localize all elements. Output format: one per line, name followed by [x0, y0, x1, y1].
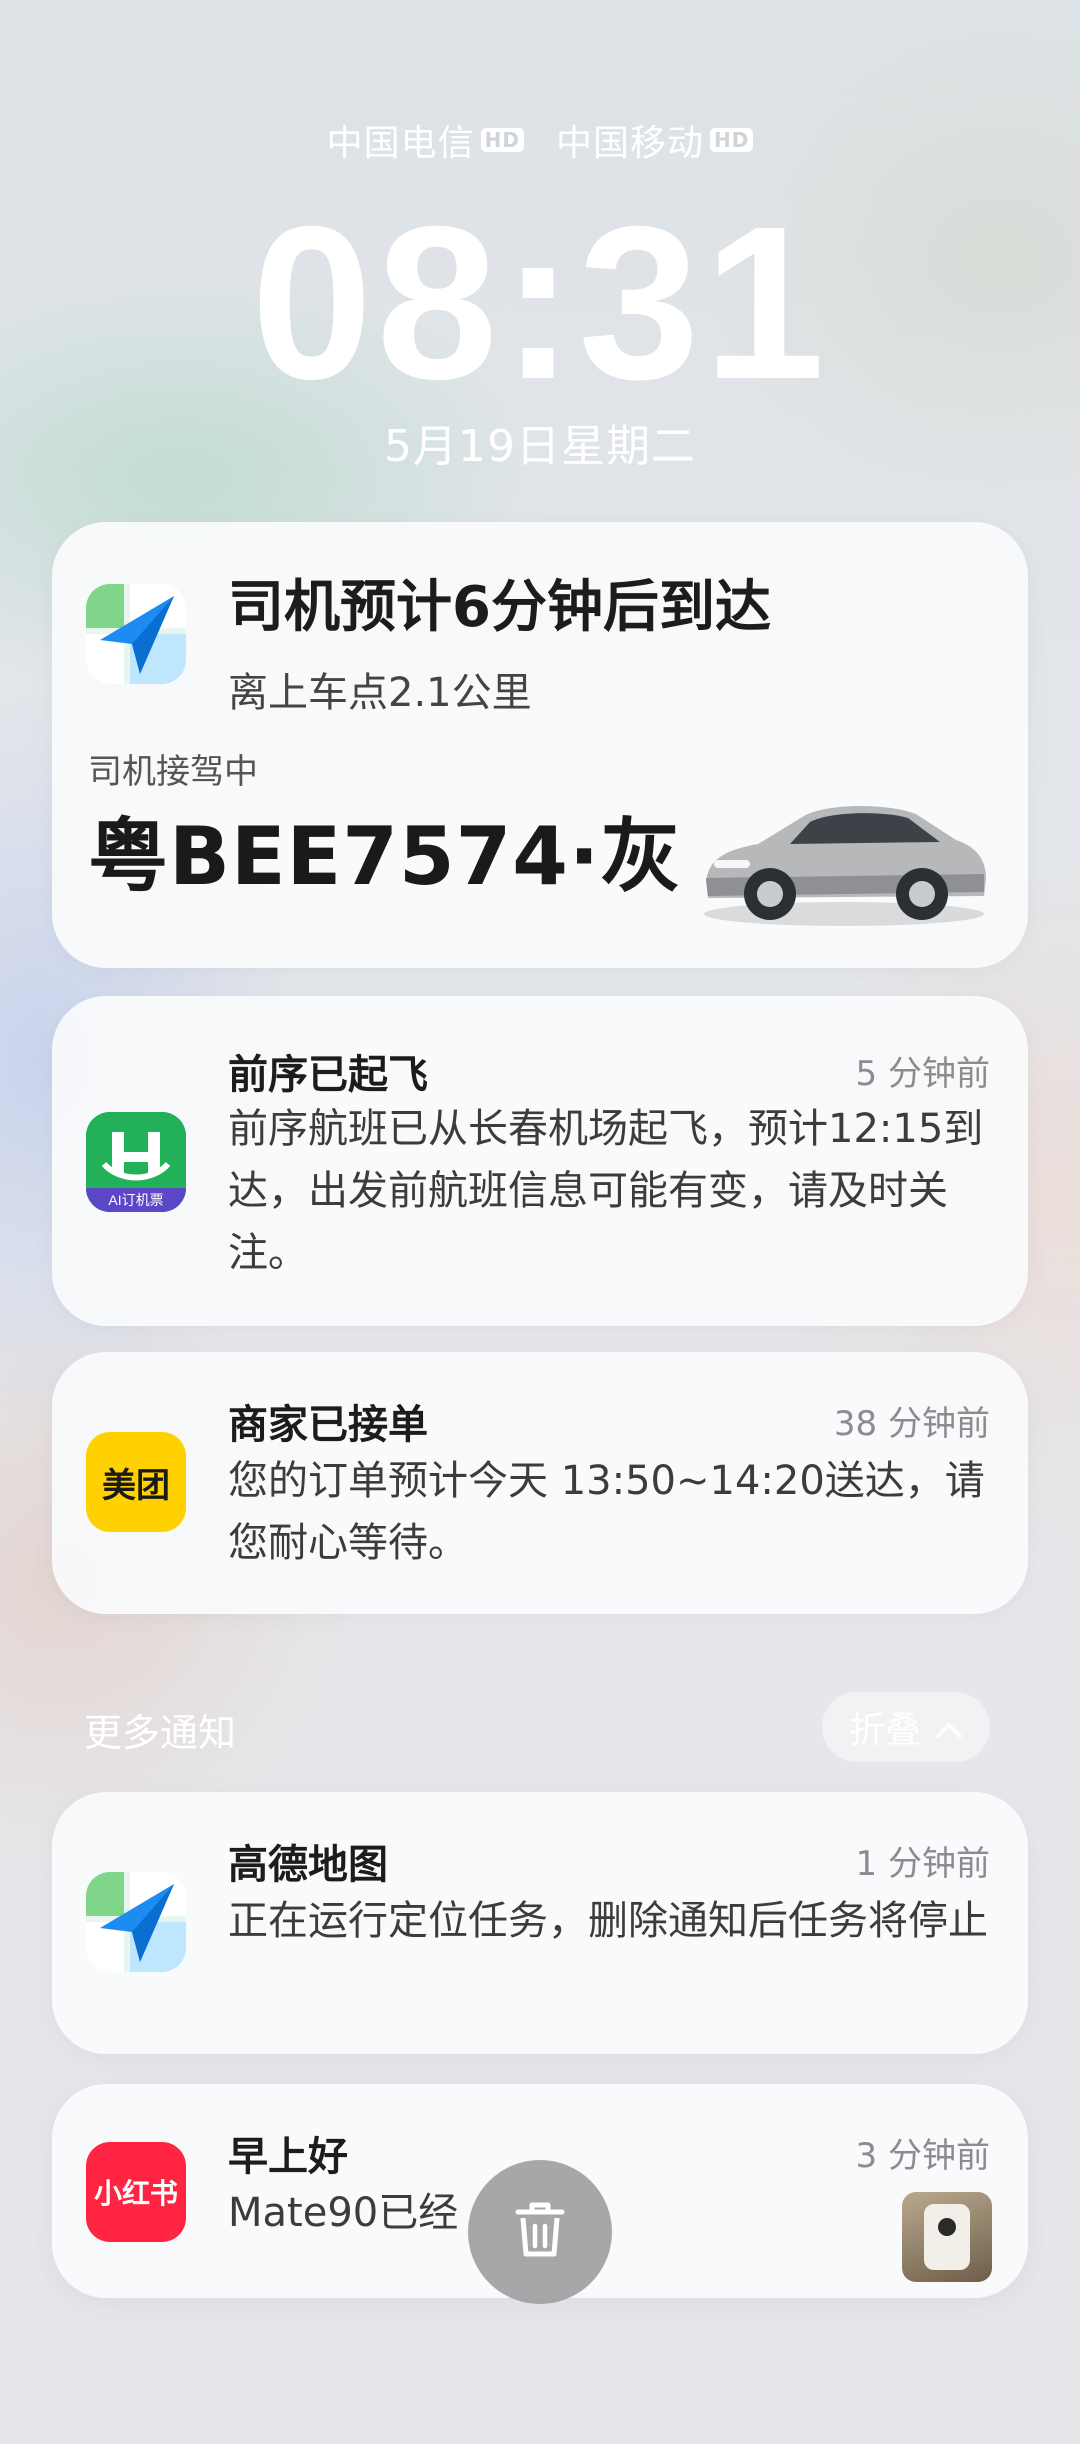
notification-time: 3 分钟前: [855, 2136, 990, 2176]
taxi-live-card[interactable]: 司机预计6分钟后到达 离上车点2.1公里 司机接驾中 粤BEE7574·灰: [52, 522, 1028, 968]
trash-icon: [514, 2200, 566, 2264]
notification-title: 前序已起飞: [228, 1052, 428, 1098]
more-notifications-label: 更多通知: [84, 1711, 237, 1755]
xiaohongshu-icon: 小红书: [86, 2142, 186, 2242]
lock-date: 5月19日星期二: [384, 421, 696, 472]
taxi-title: 司机预计6分钟后到达: [228, 575, 771, 640]
notification-meituan[interactable]: 美团 商家已接单 38 分钟前 您的订单预计今天 13:50~14:20送达，请…: [52, 1352, 1028, 1614]
hd-badge: HD: [480, 128, 524, 152]
carrier-2: 中国移动 HD: [556, 114, 754, 166]
camera-lens-icon: [938, 2218, 956, 2236]
lock-clock: 08:31: [251, 182, 829, 425]
notification-amap[interactable]: 高德地图 1 分钟前 正在运行定位任务，删除通知后任务将停止: [52, 1792, 1028, 2054]
notification-time: 5 分钟前: [855, 1054, 990, 1094]
meituan-icon-label: 美团: [102, 1465, 170, 1506]
license-plate: 粤BEE7574·灰: [88, 810, 682, 903]
notification-thumbnail: [902, 2192, 992, 2282]
carrier-1-name: 中国电信: [326, 123, 475, 164]
notification-flight[interactable]: AI订机票 前序已起飞 5 分钟前 前序航班已从长春机场起飞，预计12:15到达…: [52, 996, 1028, 1326]
carrier-2-name: 中国移动: [556, 123, 705, 164]
clear-all-button[interactable]: [468, 2160, 612, 2304]
chevron-up-icon: [935, 1707, 963, 1748]
hd-badge: HD: [710, 128, 754, 152]
notification-title: 高德地图: [228, 1842, 388, 1888]
amap-icon: [86, 1872, 186, 1972]
collapse-button[interactable]: 折叠: [822, 1692, 990, 1762]
notification-body: 正在运行定位任务，删除通知后任务将停止: [228, 1898, 988, 1944]
taxi-subtitle: 离上车点2.1公里: [228, 670, 532, 716]
taxi-status: 司机接驾中: [88, 752, 258, 792]
notification-body: 前序航班已从长春机场起飞，预计12:15到达，出发前航班信息可能有变，请及时关注…: [228, 1106, 984, 1276]
carrier-1: 中国电信 HD: [327, 114, 524, 166]
amap-icon: [86, 584, 186, 684]
notification-title: 商家已接单: [228, 1402, 428, 1448]
xiaohongshu-icon-label: 小红书: [93, 2177, 178, 2210]
car-icon: [694, 774, 994, 934]
notification-body: 您的订单预计今天 13:50~14:20送达，请您耐心等待。: [228, 1458, 985, 1566]
ai-flight-caption: AI订机票: [108, 1192, 163, 1208]
collapse-label: 折叠: [848, 1710, 921, 1751]
notification-time: 1 分钟前: [855, 1844, 990, 1884]
carrier-bar: 中国电信 HD 中国移动 HD: [0, 114, 1080, 166]
notification-title: 早上好: [228, 2134, 348, 2180]
ai-flight-icon: AI订机票: [86, 1112, 186, 1212]
notification-time: 38 分钟前: [833, 1404, 990, 1444]
product-image: [924, 2204, 970, 2270]
meituan-icon: 美团: [86, 1432, 186, 1532]
